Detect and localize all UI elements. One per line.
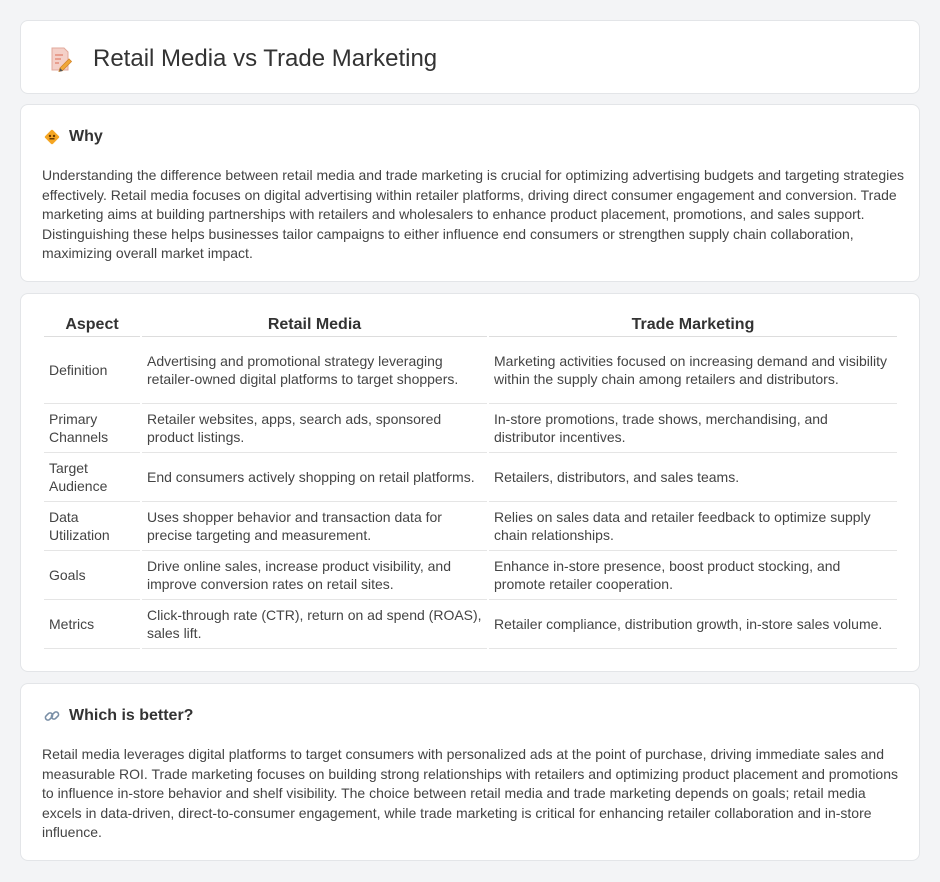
cell-trade-marketing: Enhance in-store presence, boost product…: [489, 551, 897, 600]
table-row: Data Utilization Uses shopper behavior a…: [44, 502, 897, 551]
cell-retail-media: End consumers actively shopping on retai…: [142, 453, 487, 502]
table-row: Primary Channels Retailer websites, apps…: [44, 404, 897, 453]
table-row: Goals Drive online sales, increase produ…: [44, 551, 897, 600]
table-row: Target Audience End consumers actively s…: [44, 453, 897, 502]
cell-trade-marketing: In-store promotions, trade shows, mercha…: [489, 404, 897, 453]
cell-aspect: Primary Channels: [44, 404, 140, 453]
cell-trade-marketing: Retailer compliance, distribution growth…: [489, 600, 897, 649]
why-section: Why Understanding the difference between…: [20, 104, 920, 282]
document-pencil-icon: [51, 47, 73, 72]
better-text: Retail media leverages digital platforms…: [42, 746, 899, 840]
table-header-row: Aspect Retail Media Trade Marketing: [44, 314, 897, 337]
page-title: Retail Media vs Trade Marketing: [93, 45, 438, 72]
why-heading: Why: [69, 128, 103, 145]
cell-aspect: Metrics: [44, 600, 140, 649]
cell-aspect: Definition: [44, 337, 140, 404]
cell-trade-marketing: Relies on sales data and retailer feedba…: [489, 502, 897, 551]
why-text: Understanding the difference between ret…: [42, 167, 905, 261]
cell-trade-marketing: Retailers, distributors, and sales teams…: [489, 453, 897, 502]
cell-trade-marketing: Marketing activities focused on increasi…: [489, 337, 897, 404]
header-aspect: Aspect: [44, 314, 140, 337]
cell-retail-media: Drive online sales, increase product vis…: [142, 551, 487, 600]
cell-retail-media: Click-through rate (CTR), return on ad s…: [142, 600, 487, 649]
cell-retail-media: Retailer websites, apps, search ads, spo…: [142, 404, 487, 453]
cell-aspect: Target Audience: [44, 453, 140, 502]
link-icon: [44, 711, 60, 721]
title-card: Retail Media vs Trade Marketing: [20, 20, 920, 94]
cell-aspect: Goals: [44, 551, 140, 600]
header-trade-marketing: Trade Marketing: [489, 314, 897, 337]
header-retail-media: Retail Media: [142, 314, 487, 337]
comparison-section: Aspect Retail Media Trade Marketing Defi…: [20, 293, 920, 672]
table-row: Definition Advertising and promotional s…: [44, 337, 897, 404]
cell-retail-media: Uses shopper behavior and transaction da…: [142, 502, 487, 551]
comparison-table: Aspect Retail Media Trade Marketing Defi…: [42, 314, 899, 649]
diamond-sign-icon: [44, 129, 60, 145]
cell-aspect: Data Utilization: [44, 502, 140, 551]
cell-retail-media: Advertising and promotional strategy lev…: [142, 337, 487, 404]
which-is-better-section: Which is better? Retail media leverages …: [20, 683, 920, 861]
better-heading: Which is better?: [69, 707, 194, 724]
table-row: Metrics Click-through rate (CTR), return…: [44, 600, 897, 649]
